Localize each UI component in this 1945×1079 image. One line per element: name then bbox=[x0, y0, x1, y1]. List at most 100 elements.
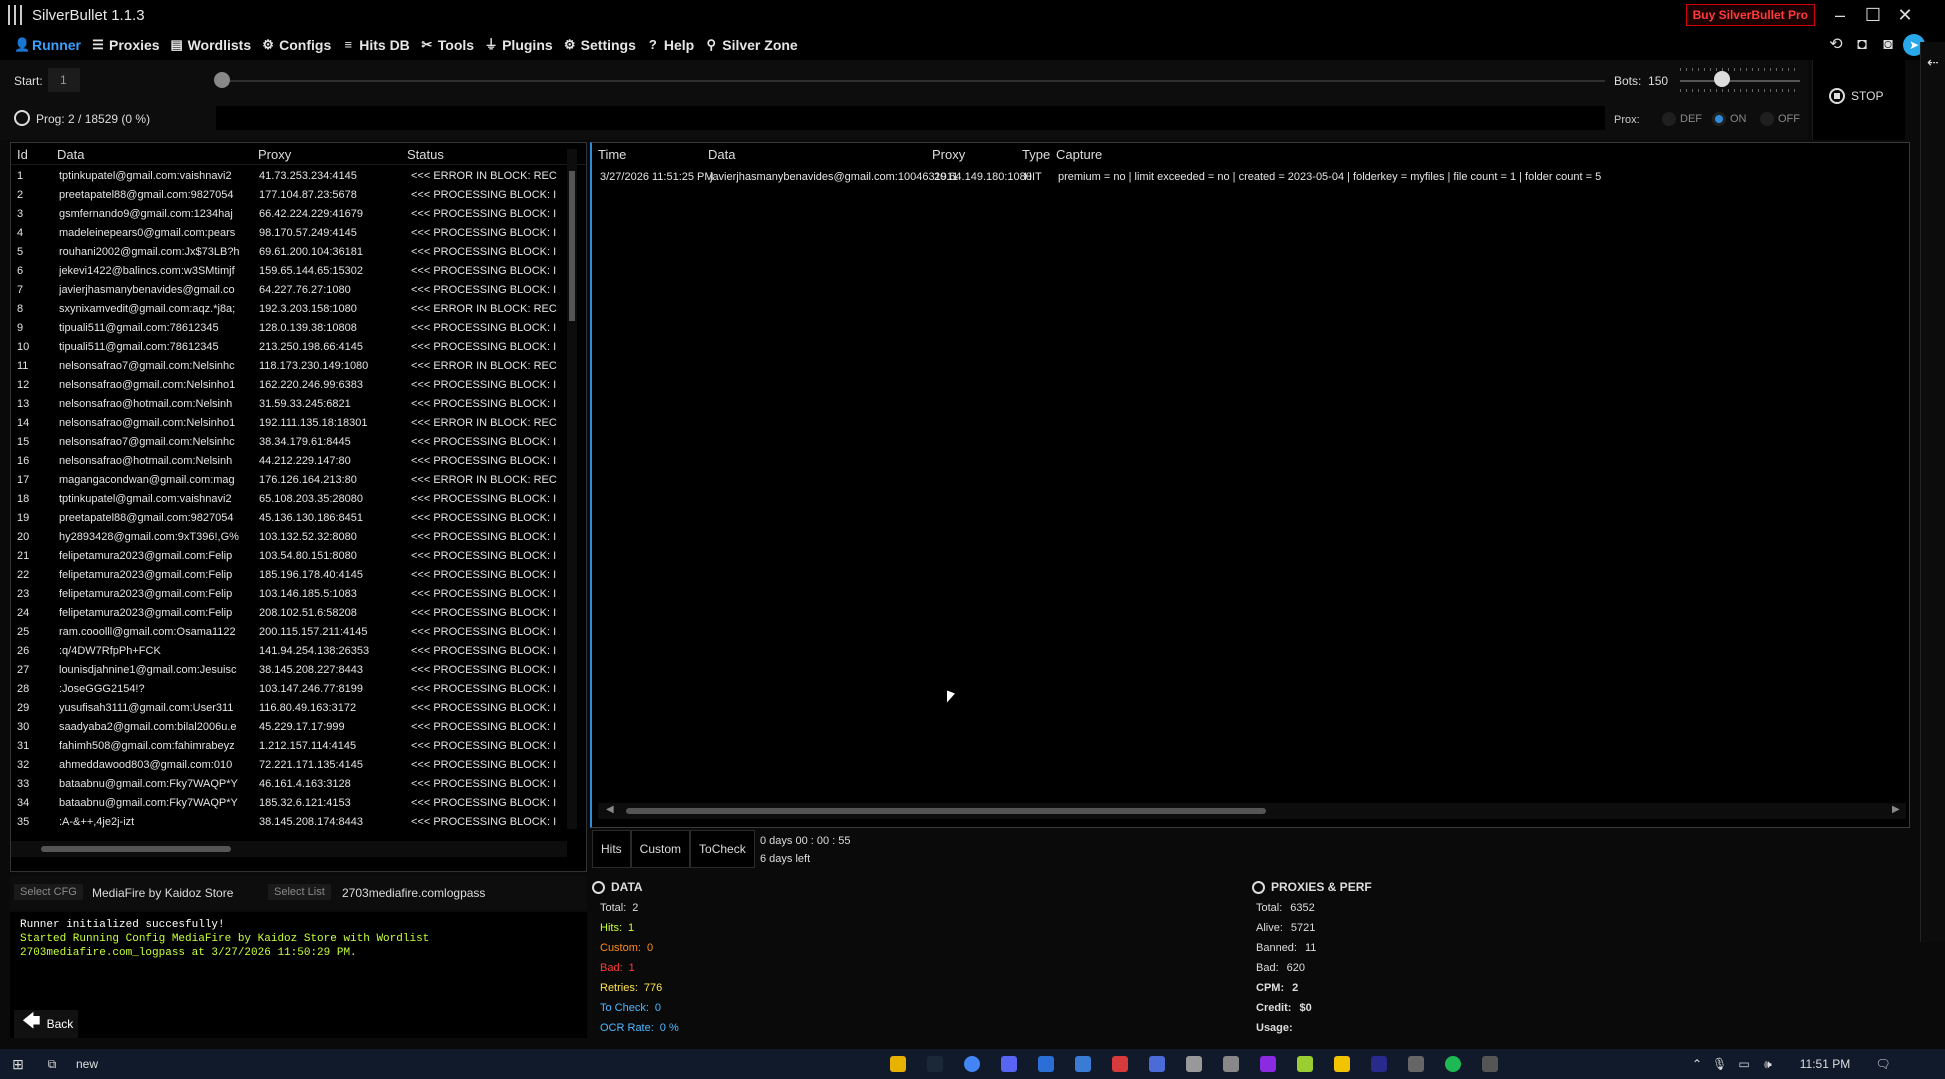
table-row[interactable]: 9 tipuali511@gmail.com:78612345 128.0.139.… bbox=[11, 319, 566, 338]
table-row[interactable]: 8 sxynixamvedit@gmail.com:aqz.*j8a; 192.3.… bbox=[11, 300, 566, 319]
nav-silver-zone[interactable]: ⚲ Silver Zone bbox=[704, 37, 797, 53]
col-header-capture[interactable]: Capture bbox=[1056, 147, 1102, 162]
col-header-type[interactable]: Type bbox=[1022, 147, 1050, 162]
table-row[interactable]: 6 jekevi1422@balincs.com:w3SMtimjf 159.65.… bbox=[11, 262, 566, 281]
task-view-icon[interactable]: ⧉ bbox=[42, 1055, 62, 1073]
nav-plugins[interactable]: ⏚ Plugins bbox=[484, 37, 553, 53]
table-row[interactable]: 18 tptinkupatel@gmail.com:vaishnavi2 65.10… bbox=[11, 490, 566, 509]
data-grid-vscroll[interactable] bbox=[567, 149, 577, 829]
table-row[interactable]: 15 nelsonsafrao7@gmail.com:Nelsinhc 38.34.… bbox=[11, 433, 566, 452]
tab-custom[interactable]: Custom bbox=[630, 830, 691, 868]
network-icon[interactable]: ▭ bbox=[1736, 1055, 1752, 1073]
file-explorer-icon[interactable] bbox=[890, 1056, 906, 1072]
table-row[interactable]: 7 javierjhasmanybenavides@gmail.co 64.227.… bbox=[11, 281, 566, 300]
close-button[interactable]: ✕ bbox=[1890, 2, 1920, 28]
app-icon[interactable] bbox=[1075, 1056, 1091, 1072]
chevron-up-icon[interactable]: ⌃ bbox=[1690, 1055, 1704, 1073]
select-list-button[interactable]: Select List bbox=[268, 884, 331, 900]
app-icon[interactable] bbox=[1186, 1056, 1202, 1072]
prox-off-radio[interactable] bbox=[1760, 112, 1774, 126]
scroll-thumb[interactable] bbox=[569, 171, 575, 321]
table-row[interactable]: 14 nelsonsafrao@gmail.com:Nelsinho1 192.11… bbox=[11, 414, 566, 433]
col-header-proxy[interactable]: Proxy bbox=[258, 147, 291, 162]
select-cfg-button[interactable]: Select CFG bbox=[14, 884, 83, 900]
nav-configs[interactable]: ⚙ Configs bbox=[261, 37, 331, 53]
table-row[interactable]: 32 ahmeddawood803@gmail.com:010 72.221.171… bbox=[11, 756, 566, 775]
col-header-time[interactable]: Time bbox=[598, 147, 626, 162]
table-row[interactable]: 2 preetapatel88@gmail.com:9827054 177.104.… bbox=[11, 186, 566, 205]
table-row[interactable]: 11 nelsonsafrao7@gmail.com:Nelsinhc 118.17… bbox=[11, 357, 566, 376]
windows-start-icon[interactable]: ⊞ bbox=[8, 1055, 28, 1073]
table-row[interactable]: 27 lounisdjahnine1@gmail.com:Jesuisc 38.14… bbox=[11, 661, 566, 680]
app-icon[interactable] bbox=[1260, 1056, 1276, 1072]
buy-pro-button[interactable]: Buy SilverBullet Pro bbox=[1685, 4, 1815, 26]
notification-icon[interactable]: 🗨 bbox=[1874, 1055, 1892, 1073]
table-row[interactable]: 26:q/4DW7RfpPh+FCK 141.94.254.138:26353 <<… bbox=[11, 642, 566, 661]
table-row[interactable]: 34 bataabnu@gmail.com:Fky7WAQP*Y 185.32.6.… bbox=[11, 794, 566, 813]
table-row[interactable]: 21 felipetamura2023@gmail.com:Felip 103.54… bbox=[11, 547, 566, 566]
nav-proxies[interactable]: ☰ Proxies bbox=[91, 37, 159, 53]
tab-tocheck[interactable]: ToCheck bbox=[690, 830, 755, 868]
table-row[interactable]: 19 preetapatel88@gmail.com:9827054 45.136.… bbox=[11, 509, 566, 528]
table-row[interactable]: 25 ram.cooolll@gmail.com:Osama1122 200.115… bbox=[11, 623, 566, 642]
hits-grid-hscroll[interactable]: ◀ ▶ bbox=[598, 803, 1906, 819]
table-row[interactable]: 28:JoseGGG2154!? 103.147.246.77:8199 <<< P… bbox=[11, 680, 566, 699]
data-grid-hscroll[interactable] bbox=[11, 841, 567, 857]
table-row[interactable]: 29 yusufisah3111@gmail.com:User311 116.80.… bbox=[11, 699, 566, 718]
table-row[interactable]: 10 tipuali511@gmail.com:78612345 213.250.1… bbox=[11, 338, 566, 357]
start-slider-handle[interactable] bbox=[214, 72, 230, 88]
col-header-data[interactable]: Data bbox=[57, 147, 84, 162]
maximize-button[interactable]: ☐ bbox=[1858, 2, 1888, 28]
back-button[interactable]: 🡄 Back bbox=[14, 1010, 78, 1038]
silverbullet-icon[interactable] bbox=[1482, 1056, 1498, 1072]
app-icon[interactable] bbox=[1334, 1056, 1350, 1072]
scroll-left-icon[interactable]: ◀ bbox=[606, 804, 614, 815]
nav-wordlists[interactable]: ▤ Wordlists bbox=[170, 37, 251, 53]
camera-icon[interactable]: ◘ bbox=[1851, 34, 1873, 56]
table-row[interactable]: 20 hy2893428@gmail.com:9xT396!,G% 103.132.… bbox=[11, 528, 566, 547]
app-icon[interactable] bbox=[1112, 1056, 1128, 1072]
bots-slider-handle[interactable] bbox=[1714, 71, 1730, 87]
table-row[interactable]: 35:A-&++,4je2j-izt 38.145.208.174:8443 <<<… bbox=[11, 813, 566, 832]
app-icon[interactable] bbox=[1038, 1056, 1054, 1072]
table-row[interactable]: 31 fahimh508@gmail.com:fahimrabeyz 1.212.1… bbox=[11, 737, 566, 756]
table-row[interactable]: 24 felipetamura2023@gmail.com:Felip 208.10… bbox=[11, 604, 566, 623]
minimize-button[interactable]: – bbox=[1825, 2, 1855, 28]
col-header-status[interactable]: Status bbox=[407, 147, 444, 162]
steam-icon[interactable] bbox=[927, 1056, 943, 1072]
app-icon[interactable] bbox=[1149, 1056, 1165, 1072]
table-row[interactable]: 22 felipetamura2023@gmail.com:Felip 185.19… bbox=[11, 566, 566, 585]
chrome-icon[interactable] bbox=[964, 1056, 980, 1072]
table-row[interactable]: 3/27/2026 11:51:25 PM javierjhasmanybena… bbox=[592, 169, 1908, 187]
prox-on-radio[interactable] bbox=[1712, 112, 1726, 126]
table-row[interactable]: 12 nelsonsafrao@gmail.com:Nelsinho1 162.22… bbox=[11, 376, 566, 395]
bots-slider-track[interactable] bbox=[1680, 80, 1800, 82]
table-row[interactable]: 5 rouhani2002@gmail.com:Jx$73LB?h 69.61.20… bbox=[11, 243, 566, 262]
volume-icon[interactable]: 🕪 bbox=[1760, 1055, 1776, 1073]
prox-def-radio[interactable] bbox=[1662, 112, 1676, 126]
stop-button[interactable]: STOP bbox=[1829, 88, 1883, 104]
start-input[interactable]: 1 bbox=[48, 68, 80, 92]
arrow-left-icon[interactable]: ⇠ bbox=[1927, 54, 1939, 71]
taskbar-search-text[interactable]: new bbox=[76, 1055, 98, 1073]
table-row[interactable]: 30 saadyaba2@gmail.com:bilal2006u.e 45.229… bbox=[11, 718, 566, 737]
taskbar-clock[interactable]: 11:51 PM bbox=[1790, 1055, 1860, 1073]
scroll-thumb[interactable] bbox=[626, 808, 1266, 814]
table-row[interactable]: 33 bataabnu@gmail.com:Fky7WAQP*Y 46.161.4.… bbox=[11, 775, 566, 794]
start-slider-track[interactable] bbox=[220, 80, 1605, 82]
table-row[interactable]: 4 madeleinepears0@gmail.com:pears 98.170.5… bbox=[11, 224, 566, 243]
table-row[interactable]: 3 gsmfernando9@gmail.com:1234haj 66.42.224… bbox=[11, 205, 566, 224]
spotify-icon[interactable] bbox=[1445, 1056, 1461, 1072]
microphone-icon[interactable]: 🎙 bbox=[1712, 1055, 1727, 1073]
scroll-right-icon[interactable]: ▶ bbox=[1892, 804, 1900, 815]
col-header-id[interactable]: Id bbox=[17, 147, 28, 162]
nav-hits-db[interactable]: ≡ Hits DB bbox=[341, 37, 409, 53]
discord-icon[interactable]: ◙ bbox=[1877, 34, 1899, 56]
table-row[interactable]: 17 magangacondwan@gmail.com:mag 176.126.16… bbox=[11, 471, 566, 490]
table-row[interactable]: 23 felipetamura2023@gmail.com:Felip 103.14… bbox=[11, 585, 566, 604]
app-icon[interactable] bbox=[1223, 1056, 1239, 1072]
app-icon[interactable] bbox=[1408, 1056, 1424, 1072]
scroll-thumb[interactable] bbox=[41, 846, 231, 852]
nav-tools[interactable]: ✂ Tools bbox=[420, 37, 474, 53]
nav-settings[interactable]: ⚙ Settings bbox=[563, 37, 636, 53]
